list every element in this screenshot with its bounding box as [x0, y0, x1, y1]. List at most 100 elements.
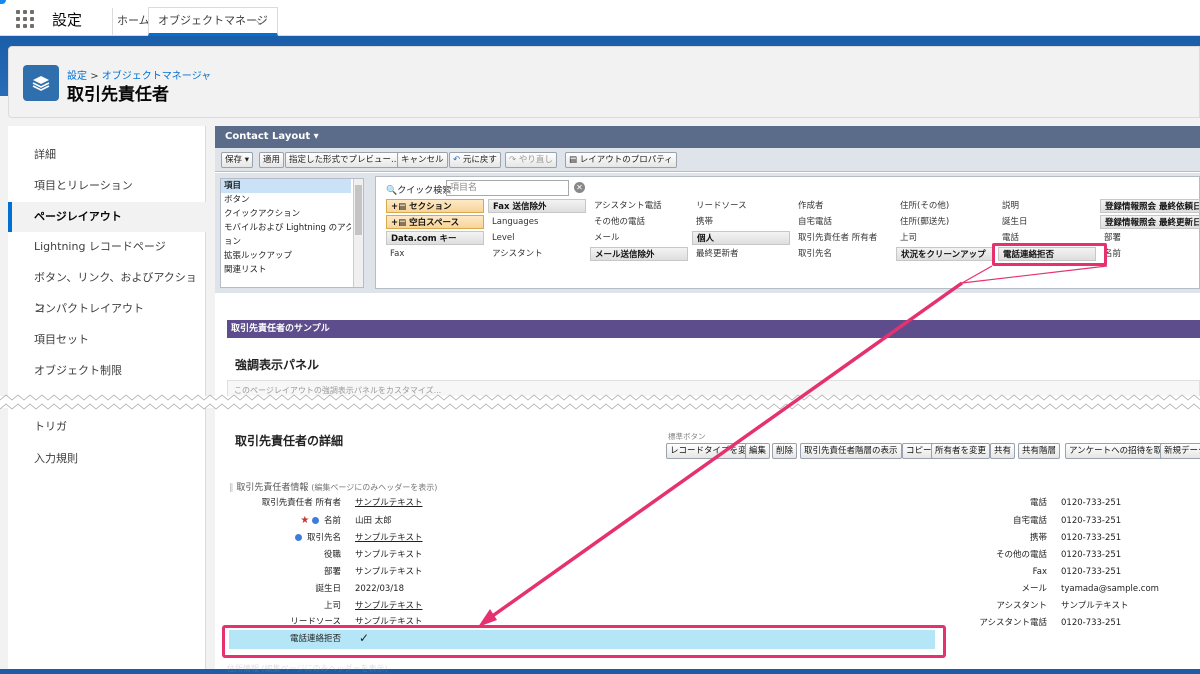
palette-field[interactable]: 登録情報照会 最終更新日: [1100, 215, 1200, 229]
cancel-button[interactable]: キャンセル: [397, 152, 448, 168]
palette-field[interactable]: 取引先名: [794, 247, 892, 261]
field-value-mobile[interactable]: 0120-733-251: [1061, 531, 1121, 545]
field-label-lead-source: リードソース: [290, 617, 341, 624]
palette-field[interactable]: 個人: [692, 231, 790, 245]
field-value-title[interactable]: サンプルテキスト: [355, 548, 423, 562]
palette-field[interactable]: アシスタント電話: [590, 199, 688, 213]
palette-field[interactable]: 取引先責任者 所有者: [794, 231, 892, 245]
category-quick-actions[interactable]: クイックアクション: [221, 207, 351, 221]
category-scrollbar[interactable]: [353, 179, 363, 287]
palette-field[interactable]: Fax: [386, 247, 484, 261]
category-mobile-actions-cont[interactable]: ョン: [221, 235, 351, 249]
field-value-name[interactable]: 山田 太郎: [355, 514, 392, 528]
field-palette: 項目 ボタン クイックアクション モバイルおよび Lightning のアクシ …: [215, 173, 1200, 293]
field-value-fax[interactable]: 0120-733-251: [1061, 565, 1121, 579]
palette-field[interactable]: 作成者: [794, 199, 892, 213]
palette-field[interactable]: 登録情報照会 最終依頼日: [1100, 199, 1200, 213]
category-related-lists[interactable]: 関連リスト: [221, 263, 351, 277]
field-value-owner[interactable]: サンプルテキスト: [355, 496, 423, 510]
category-expanded-lookups[interactable]: 拡張ルックアップ: [221, 249, 351, 263]
layout-properties-label: レイアウトのプロパティ: [579, 155, 673, 165]
undo-label: 元に戻す: [462, 155, 497, 165]
blue-dot-icon: [311, 517, 319, 524]
field-value-department[interactable]: サンプルテキスト: [355, 565, 423, 579]
palette-field[interactable]: 部署: [1100, 231, 1200, 245]
palette-field[interactable]: 説明: [998, 199, 1096, 213]
palette-field[interactable]: Languages: [488, 215, 586, 229]
app-launcher-icon[interactable]: [16, 10, 34, 28]
sidebar-item-field-sets[interactable]: 項目セット: [8, 325, 206, 355]
contact-info-section-header: ‖ 取引先責任者情報 (編集ページにのみヘッダーを表示): [229, 480, 437, 493]
tab-home[interactable]: ホーム: [112, 8, 150, 36]
sharing-hierarchy-button[interactable]: 共有階層: [1018, 443, 1061, 459]
palette-field[interactable]: 携帯: [692, 215, 790, 229]
sidebar-item-object-limits[interactable]: オブジェクト制限: [8, 356, 206, 386]
sharing-button[interactable]: 共有: [990, 443, 1016, 459]
sidebar-item-details[interactable]: 詳細: [8, 140, 206, 170]
palette-field[interactable]: 住所(郵送先): [896, 215, 994, 229]
field-value-other-phone[interactable]: 0120-733-251: [1061, 548, 1121, 562]
undo-button[interactable]: ↶ 元に戻す: [449, 152, 501, 168]
change-owner-button[interactable]: 所有者を変更: [931, 443, 991, 459]
chevron-down-icon[interactable]: ⌵: [256, 8, 265, 34]
annotation-box-result: [222, 625, 946, 658]
palette-field[interactable]: その他の電話: [590, 215, 688, 229]
palette-field[interactable]: 最終更新者: [692, 247, 790, 261]
palette-field[interactable]: メール送信除外: [590, 247, 688, 261]
edit-button[interactable]: 編集: [745, 443, 771, 459]
layout-toolbar: 保存 ▾ 適用 指定した形式でプレビュー... ▾ キャンセル ↶ 元に戻す ↷…: [215, 148, 1200, 172]
palette-field[interactable]: 名前: [1100, 247, 1200, 261]
field-value-assistant-phone[interactable]: 0120-733-251: [1061, 616, 1121, 630]
save-button[interactable]: 保存 ▾: [221, 152, 253, 168]
palette-field[interactable]: リードソース: [692, 199, 790, 213]
palette-field[interactable]: アシスタント: [488, 247, 586, 261]
section-drag-handle[interactable]: ‖: [229, 483, 234, 493]
layout-properties-button[interactable]: ▤ レイアウトのプロパティ: [565, 152, 677, 168]
palette-category-list[interactable]: 項目 ボタン クイックアクション モバイルおよび Lightning のアクシ …: [220, 178, 364, 288]
preview-as-button[interactable]: 指定した形式でプレビュー... ▾: [285, 152, 411, 168]
sidebar-item-page-layouts[interactable]: ページレイアウト: [8, 202, 206, 232]
palette-field[interactable]: 住所(その他): [896, 199, 994, 213]
sidebar-item-lightning-pages[interactable]: Lightning レコードページ: [8, 232, 206, 262]
delete-button[interactable]: 削除: [772, 443, 798, 459]
field-value-phone[interactable]: 0120-733-251: [1061, 496, 1121, 510]
redo-button[interactable]: ↷ やり直し: [505, 152, 557, 168]
sidebar-item-fields[interactable]: 項目とリレーション: [8, 171, 206, 201]
palette-field[interactable]: Fax 送信除外: [488, 199, 586, 213]
palette-field[interactable]: 誕生日: [998, 215, 1096, 229]
layout-title-bar[interactable]: Contact Layout ▾: [215, 126, 1200, 148]
tab-home-label: ホーム: [117, 14, 150, 27]
palette-field[interactable]: +▤ セクション: [386, 199, 484, 213]
view-hierarchy-button[interactable]: 取引先責任者階層の表示: [800, 443, 902, 459]
sidebar-item-validation-rules[interactable]: 入力規則: [8, 444, 206, 474]
field-value-lead-source[interactable]: サンプルテキスト: [355, 615, 423, 624]
sidebar-item-triggers[interactable]: トリガ: [8, 412, 206, 442]
field-value-home-phone[interactable]: 0120-733-251: [1061, 514, 1121, 528]
quick-find-input[interactable]: 項目名: [446, 180, 569, 196]
palette-field[interactable]: Data.com キー: [386, 231, 484, 245]
palette-field[interactable]: 状況をクリーンアップ: [896, 247, 994, 261]
field-value-email[interactable]: tyamada@sample.com: [1061, 582, 1159, 596]
caret-down-icon[interactable]: ▾: [314, 131, 319, 142]
apply-button[interactable]: 適用: [259, 152, 285, 168]
field-value-reports-to[interactable]: サンプルテキスト: [355, 599, 423, 613]
category-mobile-actions[interactable]: モバイルおよび Lightning のアクシ: [221, 221, 351, 235]
palette-field[interactable]: 上司: [896, 231, 994, 245]
palette-field[interactable]: Level: [488, 231, 586, 245]
field-value-birthdate[interactable]: 2022/03/18: [355, 582, 404, 596]
palette-field[interactable]: メール: [590, 231, 688, 245]
category-fields[interactable]: 項目: [221, 179, 351, 193]
sidebar-item-buttons-links[interactable]: ボタン、リンク、およびアクション: [8, 263, 206, 314]
sample-section-header: 取引先責任者のサンプル: [227, 320, 1200, 338]
clear-search-icon[interactable]: ✕: [574, 182, 585, 193]
palette-field[interactable]: +▤ 空白スペース: [386, 215, 484, 229]
sidebar-item-compact-layouts[interactable]: コンパクトレイアウト: [8, 294, 206, 324]
palette-field[interactable]: 自宅電話: [794, 215, 892, 229]
field-label-fax: Fax: [1032, 567, 1047, 577]
survey-invitation-button[interactable]: アンケートへの招待を取得: [1065, 443, 1175, 459]
tab-object-manager[interactable]: オブジェクトマネージャ ⌵: [148, 7, 278, 53]
field-value-account[interactable]: サンプルテキスト: [355, 531, 423, 545]
field-value-assistant[interactable]: サンプルテキスト: [1061, 599, 1129, 613]
new-data-button[interactable]: 新規データ: [1160, 443, 1200, 459]
category-buttons[interactable]: ボタン: [221, 193, 351, 207]
